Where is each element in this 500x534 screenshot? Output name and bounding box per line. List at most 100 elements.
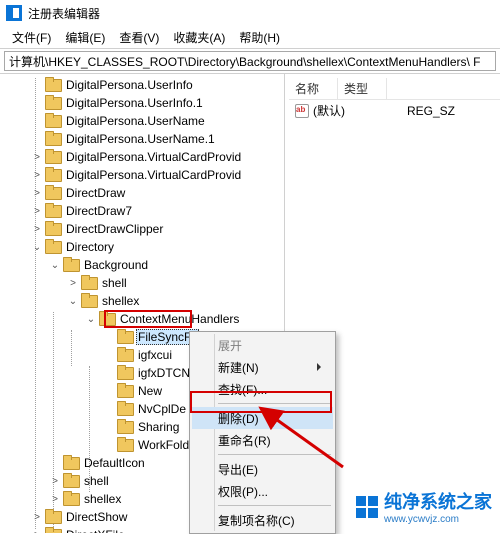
tree-item[interactable]: >DirectDraw7 — [0, 202, 284, 220]
tree-item[interactable]: > DigitalPersona.VirtualCardProvid — [0, 148, 284, 166]
folder-icon — [63, 492, 79, 506]
folder-icon — [45, 222, 61, 236]
tree-item[interactable]: DigitalPersona.UserInfo — [0, 76, 284, 94]
ctx-find[interactable]: 查找(F)... — [192, 378, 333, 400]
folder-icon — [45, 528, 61, 533]
separator — [218, 403, 331, 404]
menu-bar: 文件(F) 编辑(E) 查看(V) 收藏夹(A) 帮助(H) — [0, 26, 500, 48]
expand-toggle[interactable]: > — [30, 152, 44, 163]
ctx-delete[interactable]: 删除(D) — [192, 407, 333, 429]
tree-item[interactable]: DigitalPersona.UserName — [0, 112, 284, 130]
values-header: 名称 类型 — [289, 78, 500, 100]
tree-item[interactable]: > DigitalPersona.VirtualCardProvid — [0, 166, 284, 184]
folder-icon — [117, 438, 133, 452]
folder-icon — [45, 114, 61, 128]
tree-item[interactable]: ⌄Directory — [0, 238, 284, 256]
tree-label: igfxDTCN — [136, 366, 192, 380]
window-title: 注册表编辑器 — [28, 5, 100, 22]
value-type: REG_SZ — [407, 104, 455, 118]
tree-item[interactable]: DigitalPersona.UserInfo.1 — [0, 94, 284, 112]
tree-item[interactable]: > DirectDrawClipper — [0, 220, 284, 238]
tree-item[interactable]: DigitalPersona.UserName.1 — [0, 130, 284, 148]
expand-toggle[interactable]: > — [48, 476, 62, 487]
expand-toggle[interactable]: ⌄ — [30, 242, 44, 253]
expand-toggle[interactable]: ⌄ — [84, 314, 98, 325]
expand-toggle[interactable]: > — [30, 206, 44, 217]
expand-toggle[interactable]: ⌄ — [66, 296, 80, 307]
address-bar — [0, 48, 500, 74]
tree-label: Sharing — [136, 420, 181, 434]
tree-label: DigitalPersona.UserName — [64, 114, 207, 128]
watermark-url: www.ycwvjz.com — [384, 514, 492, 525]
value-row[interactable]: (默认) REG_SZ — [289, 100, 500, 121]
expand-toggle[interactable]: > — [30, 188, 44, 199]
ctx-rename[interactable]: 重命名(R) — [192, 429, 333, 451]
menu-edit[interactable]: 编辑(E) — [59, 27, 111, 48]
menu-view[interactable]: 查看(V) — [113, 27, 165, 48]
menu-help[interactable]: 帮助(H) — [233, 27, 286, 48]
folder-icon — [45, 186, 61, 200]
watermark-brand: 纯净系统之家 — [384, 492, 492, 512]
folder-icon — [117, 366, 133, 380]
expand-toggle[interactable]: > — [30, 512, 44, 523]
expand-toggle[interactable]: > — [48, 494, 62, 505]
tree-label: DirectDrawClipper — [64, 222, 165, 236]
folder-icon — [45, 240, 61, 254]
folder-icon — [45, 204, 61, 218]
watermark-icon — [356, 496, 378, 518]
folder-icon — [117, 330, 133, 344]
menu-favorites[interactable]: 收藏夹(A) — [167, 27, 231, 48]
tree-item[interactable]: > DirectDraw — [0, 184, 284, 202]
ctx-export[interactable]: 导出(E) — [192, 458, 333, 480]
tree-label: shellex — [82, 492, 123, 506]
expand-toggle[interactable]: > — [30, 170, 44, 181]
folder-icon — [63, 474, 79, 488]
tree-item[interactable]: > shell — [0, 274, 284, 292]
ctx-permissions[interactable]: 权限(P)... — [192, 480, 333, 502]
regedit-icon — [6, 5, 22, 21]
col-type[interactable]: 类型 — [338, 78, 387, 99]
value-name: (默认) — [313, 102, 403, 119]
expand-toggle[interactable]: > — [30, 530, 44, 534]
tree-label: DigitalPersona.VirtualCardProvid — [64, 168, 243, 182]
folder-icon — [45, 510, 61, 524]
folder-icon — [45, 96, 61, 110]
tree-label: NvCplDe — [136, 402, 188, 416]
tree-label: DigitalPersona.UserInfo — [64, 78, 195, 92]
window-titlebar: 注册表编辑器 — [0, 0, 500, 26]
context-menu: 展开 新建(N) 查找(F)... 删除(D) 重命名(R) 导出(E) 权限(… — [189, 331, 336, 534]
folder-icon — [45, 132, 61, 146]
menu-file[interactable]: 文件(F) — [6, 27, 57, 48]
ctx-copy-key-name[interactable]: 复制项名称(C) — [192, 509, 333, 531]
tree-item[interactable]: ⌄shellex — [0, 292, 284, 310]
address-input[interactable] — [4, 51, 496, 71]
tree-label: DigitalPersona.UserName.1 — [64, 132, 217, 146]
tree-item[interactable]: ⌄ Background — [0, 256, 284, 274]
ctx-new[interactable]: 新建(N) — [192, 356, 333, 378]
folder-icon — [81, 294, 97, 308]
folder-icon — [117, 348, 133, 362]
tree-label: Background — [82, 258, 150, 272]
tree-label: DirectXFile — [64, 528, 127, 533]
tree-label: DirectDraw — [64, 186, 127, 200]
tree-label: DigitalPersona.UserInfo.1 — [64, 96, 205, 110]
expand-toggle[interactable]: > — [66, 278, 80, 289]
expand-toggle[interactable]: > — [30, 224, 44, 235]
tree-label: DigitalPersona.VirtualCardProvid — [64, 150, 243, 164]
folder-icon — [81, 276, 97, 290]
expand-toggle[interactable]: ⌄ — [48, 260, 62, 271]
folder-icon — [99, 312, 115, 326]
tree-item[interactable]: ⌄ContextMenuHandlers — [0, 310, 284, 328]
separator — [218, 454, 331, 455]
col-name[interactable]: 名称 — [289, 78, 338, 99]
tree-label: shell — [82, 474, 111, 488]
ctx-expand[interactable]: 展开 — [192, 334, 333, 356]
tree-label: DirectShow — [64, 510, 129, 524]
tree-label: igfxcui — [136, 348, 174, 362]
tree-label: New — [136, 384, 164, 398]
tree-label: shell — [100, 276, 129, 290]
folder-icon — [117, 420, 133, 434]
folder-icon — [45, 168, 61, 182]
string-value-icon — [295, 104, 309, 118]
separator — [218, 505, 331, 506]
